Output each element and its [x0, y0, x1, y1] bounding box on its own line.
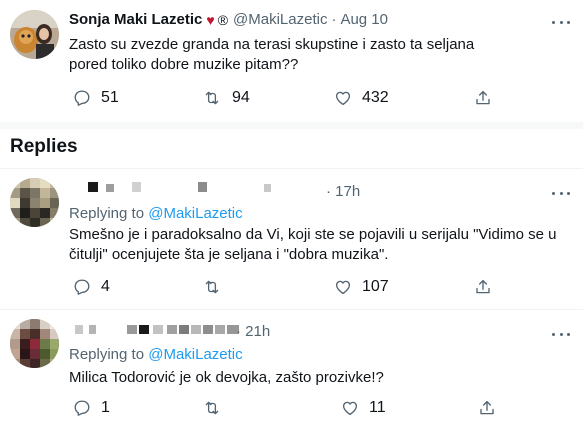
reply-count: 51 [101, 89, 119, 106]
reply-button[interactable]: 4 [73, 278, 110, 296]
redacted-name [75, 323, 241, 342]
reply-icon [74, 400, 90, 416]
tweet-text: Zasto su zvezde granda na terasi skupsti… [69, 36, 475, 73]
like-button[interactable]: 107 [334, 278, 389, 296]
reply-text: Smešno je i paradoksalno da Vi, koji ste… [69, 226, 557, 263]
share-button[interactable] [474, 278, 492, 296]
retweet-button[interactable] [202, 278, 232, 296]
like-icon [335, 91, 351, 106]
share-button[interactable] [478, 399, 496, 417]
share-icon [476, 90, 490, 105]
like-count: 432 [362, 89, 389, 106]
like-count: 107 [362, 278, 389, 295]
more-options-icon[interactable] [549, 13, 573, 31]
reply-time[interactable]: · 21h [236, 323, 270, 340]
author-avatar[interactable] [10, 10, 59, 59]
author-name[interactable]: Sonja Maki Lazetic [69, 11, 202, 28]
reply-author-avatar[interactable] [10, 319, 59, 368]
replying-prefix: Replying to [69, 346, 149, 363]
section-separator [0, 122, 583, 129]
retweet-icon [205, 401, 219, 415]
retweet-count: 94 [232, 89, 250, 106]
like-icon [342, 401, 358, 416]
reply-header: · 17h [326, 183, 360, 200]
reply-header: · 21h [236, 323, 270, 340]
mention-link[interactable]: @MakiLazetic [148, 205, 242, 222]
retweet-button[interactable]: 94 [202, 89, 250, 107]
reply-count: 4 [101, 278, 110, 295]
registered-emoji: ® [217, 11, 229, 28]
reply-text: Milica Todorović je ok devojka, zašto pr… [69, 369, 384, 386]
replying-to: Replying to @MakiLazetic [69, 346, 243, 363]
redacted-name [88, 180, 318, 201]
retweet-button[interactable] [202, 399, 232, 417]
reply-time[interactable]: · 17h [326, 183, 360, 200]
reply-tweet[interactable]: · 17h Replying to @MakiLazetic Smešno je… [0, 169, 583, 309]
replies-heading: Replies [10, 136, 78, 157]
share-icon [476, 279, 490, 294]
reply-icon [74, 279, 90, 295]
author-handle[interactable]: @MakiLazetic [233, 11, 327, 28]
replying-prefix: Replying to [69, 205, 149, 222]
reply-button[interactable]: 51 [73, 89, 119, 107]
more-options-icon[interactable] [549, 184, 573, 202]
reply-count: 1 [101, 399, 110, 416]
reply-author-avatar[interactable] [10, 178, 59, 227]
retweet-icon [205, 280, 219, 294]
more-options-icon[interactable] [549, 325, 573, 343]
reply-button[interactable]: 1 [73, 399, 110, 417]
separator-dot: · [331, 11, 337, 28]
reply-icon [74, 90, 90, 106]
share-icon [480, 400, 494, 415]
main-tweet[interactable]: Sonja Maki Lazetic ♥ ® @MakiLazetic · Au… [0, 0, 583, 122]
heart-emoji: ♥ [206, 11, 215, 28]
tweet-time[interactable]: Aug 10 [340, 11, 388, 28]
like-count: 11 [369, 399, 386, 416]
reply-tweet[interactable]: · 21h Replying to @MakiLazetic Milica To… [0, 310, 583, 424]
replying-to: Replying to @MakiLazetic [69, 205, 243, 222]
share-button[interactable] [474, 89, 492, 107]
retweet-icon [205, 91, 219, 105]
like-button[interactable]: 11 [341, 399, 386, 417]
tweet-header: Sonja Maki Lazetic ♥ ® @MakiLazetic · Au… [69, 11, 388, 28]
like-button[interactable]: 432 [334, 89, 389, 107]
like-icon [335, 280, 351, 295]
mention-link[interactable]: @MakiLazetic [148, 346, 242, 363]
